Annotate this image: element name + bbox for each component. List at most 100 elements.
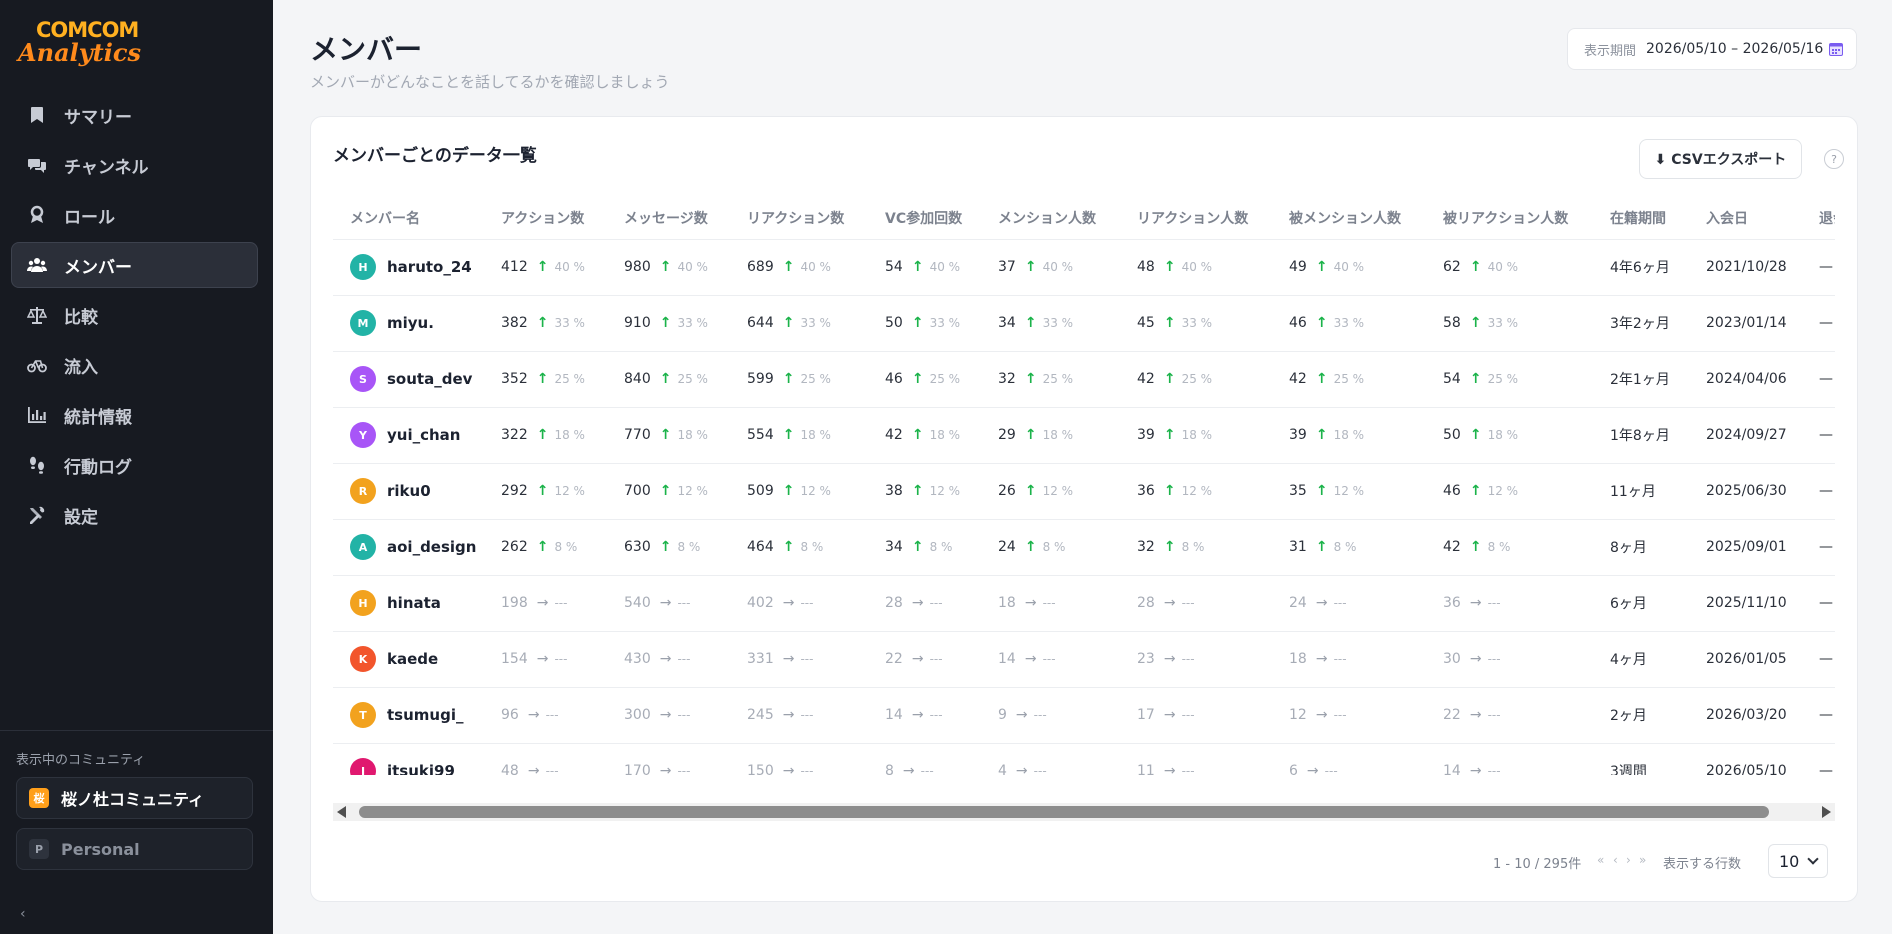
member-name[interactable]: haruto_24 [387, 258, 472, 276]
scroll-left-arrow-icon[interactable] [337, 806, 346, 818]
table-row[interactable]: Iitsuki99 48 → --- 170 → --- 150 → --- 8 → --- 4 → --- 1… [333, 743, 1835, 775]
metric-cell: 28 → --- [868, 575, 981, 632]
metric-cell: 840 ↑ 25 % [607, 351, 730, 408]
metric-cell: 34 ↑ 8 % [868, 519, 981, 576]
sidebar-item-users[interactable]: メンバー [11, 242, 258, 288]
trend-up-arrow-icon: ↑ [1315, 315, 1328, 331]
left-cell: — [1802, 295, 1835, 352]
trend-flat-arrow-icon: → [1469, 763, 1482, 775]
table-row[interactable]: Ttsumugi_ 96 → --- 300 → --- 245 → --- 14 → --- 9 → ---… [333, 687, 1835, 744]
column-header[interactable]: 被メンション人数 [1272, 197, 1426, 240]
trend-up-arrow-icon: ↑ [911, 259, 924, 275]
csv-export-button[interactable]: ⬇ CSVエクスポート [1639, 139, 1802, 179]
joined-cell: 2026/05/10 [1689, 743, 1802, 775]
sidebar-item-tools[interactable]: 設定 [11, 492, 258, 538]
member-name[interactable]: aoi_design [387, 538, 476, 556]
avatar: H [350, 254, 376, 280]
sidebar-item-bookmark[interactable]: サマリー [11, 92, 258, 138]
collapse-sidebar-button[interactable]: ‹ [20, 906, 26, 922]
metric-change-percent: 40 % [1333, 260, 1365, 274]
metric-change-percent: 18 % [1487, 428, 1519, 442]
table-row[interactable]: Yyui_chan 322 ↑ 18 % 770 ↑ 18 % 554 ↑ 18 % 42 ↑ 18 %… [333, 407, 1835, 464]
metric-change-percent: --- [1324, 764, 1338, 775]
avatar: R [350, 478, 376, 504]
column-header[interactable]: リアクション数 [730, 197, 868, 240]
member-name[interactable]: riku0 [387, 482, 431, 500]
column-header[interactable]: メッセージ数 [607, 197, 730, 240]
table-row[interactable]: Hharuto_24 412 ↑ 40 % 980 ↑ 40 % 689 ↑ 40 % 54 ↑ 40 … [333, 239, 1835, 296]
last-page-button[interactable]: » [1639, 853, 1646, 867]
trend-flat-arrow-icon: → [1315, 707, 1328, 723]
table-row[interactable]: Aaoi_design 262 ↑ 8 % 630 ↑ 8 % 464 ↑ 8 % 34 ↑ 8 % 24… [333, 519, 1835, 576]
column-header[interactable]: メンション人数 [981, 197, 1120, 240]
metric-cell: 430 → --- [607, 631, 730, 688]
rows-per-page-select[interactable]: 10 [1768, 844, 1828, 878]
column-header[interactable]: アクション数 [484, 197, 607, 240]
metric-value: 245 [747, 707, 774, 723]
first-page-button[interactable]: « [1597, 853, 1604, 867]
trend-flat-arrow-icon: → [1015, 707, 1028, 723]
member-name[interactable]: souta_dev [387, 370, 472, 388]
tenure-cell: 8ヶ月 [1593, 519, 1689, 576]
avatar: T [350, 702, 376, 728]
metric-value: 599 [747, 371, 774, 387]
member-name[interactable]: itsuki99 [387, 762, 455, 775]
pagination: 1 - 10 / 295件 « ‹ › » 表示する行数 10 [311, 844, 1859, 878]
metric-cell: 30 → --- [1426, 631, 1593, 688]
metric-cell: 554 ↑ 18 % [730, 407, 868, 464]
sidebar-item-chat-bubbles[interactable]: チャンネル [11, 142, 258, 188]
member-name[interactable]: hinata [387, 594, 441, 612]
metric-change-percent: --- [920, 764, 934, 775]
horizontal-scrollbar[interactable] [333, 803, 1835, 821]
member-name[interactable]: kaede [387, 650, 438, 668]
metric-change-percent: 25 % [677, 372, 708, 386]
metric-change-percent: 33 % [929, 316, 961, 330]
metric-change-percent: --- [1487, 596, 1501, 610]
member-name[interactable]: tsumugi_ [387, 706, 463, 724]
column-header[interactable]: メンバー名 [333, 197, 484, 240]
metric-cell: 14 → --- [868, 687, 981, 744]
table-row[interactable]: Rriku0 292 ↑ 12 % 700 ↑ 12 % 509 ↑ 12 % 38 ↑ 12 % 26 ↑… [333, 463, 1835, 520]
metric-change-percent: --- [677, 708, 691, 722]
column-header[interactable]: リアクション人数 [1120, 197, 1272, 240]
metric-value: 840 [624, 371, 651, 387]
column-header[interactable]: 被リアクション人数 [1426, 197, 1593, 240]
member-name[interactable]: miyu. [387, 314, 434, 332]
table-row[interactable]: Ssouta_dev 352 ↑ 25 % 840 ↑ 25 % 599 ↑ 25 % 46 ↑ 25 … [333, 351, 1835, 408]
table-row[interactable]: Mmiyu. 382 ↑ 33 % 910 ↑ 33 % 644 ↑ 33 % 50 ↑ 33 % 34 ↑… [333, 295, 1835, 352]
trend-up-arrow-icon: ↑ [1469, 259, 1482, 275]
scrollbar-thumb[interactable] [359, 806, 1769, 818]
metric-cell: 689 ↑ 40 % [730, 239, 868, 296]
metric-value: 700 [624, 483, 651, 499]
metric-value: 644 [747, 315, 774, 331]
app-logo[interactable]: COMCOM Analytics [18, 18, 168, 68]
column-header[interactable]: 入会日 [1689, 197, 1802, 240]
scroll-right-arrow-icon[interactable] [1822, 806, 1831, 818]
sidebar-item-scale[interactable]: 比較 [11, 292, 258, 338]
metric-change-percent: 8 % [1333, 540, 1357, 554]
column-header[interactable]: 在籍期間 [1593, 197, 1689, 240]
metric-cell: 14 → --- [981, 631, 1120, 688]
next-page-button[interactable]: › [1626, 853, 1631, 867]
sidebar-item-bar-chart[interactable]: 統計情報 [11, 392, 258, 438]
sidebar-item-footprints[interactable]: 行動ログ [11, 442, 258, 488]
help-icon[interactable]: ? [1824, 149, 1844, 169]
table-row[interactable]: Hhinata 198 → --- 540 → --- 402 → --- 28 → --- 18 → ---… [333, 575, 1835, 632]
trend-up-arrow-icon: ↑ [1469, 427, 1482, 443]
column-header[interactable]: VC参加回数 [868, 197, 981, 240]
prev-page-button[interactable]: ‹ [1613, 853, 1618, 867]
trend-up-arrow-icon: ↑ [911, 371, 924, 387]
trend-up-arrow-icon: ↑ [1024, 259, 1037, 275]
community-sakura[interactable]: 桜 桜ノ杜コミュニティ [16, 777, 253, 819]
member-name[interactable]: yui_chan [387, 426, 460, 444]
sidebar-item-bicycle[interactable]: 流入 [11, 342, 258, 388]
sidebar-item-badge[interactable]: ロール [11, 192, 258, 238]
metric-cell: 382 ↑ 33 % [484, 295, 607, 352]
column-header[interactable]: 退会日 [1802, 197, 1835, 240]
table-row[interactable]: Kkaede 154 → --- 430 → --- 331 → --- 22 → --- 14 → --- 2… [333, 631, 1835, 688]
left-cell: — [1802, 687, 1835, 744]
community-personal[interactable]: P Personal [16, 828, 253, 870]
trend-flat-arrow-icon: → [659, 651, 672, 667]
trend-up-arrow-icon: ↑ [1024, 315, 1037, 331]
period-picker[interactable]: 表示期間 2026/05/10 – 2026/05/16 [1567, 28, 1857, 70]
